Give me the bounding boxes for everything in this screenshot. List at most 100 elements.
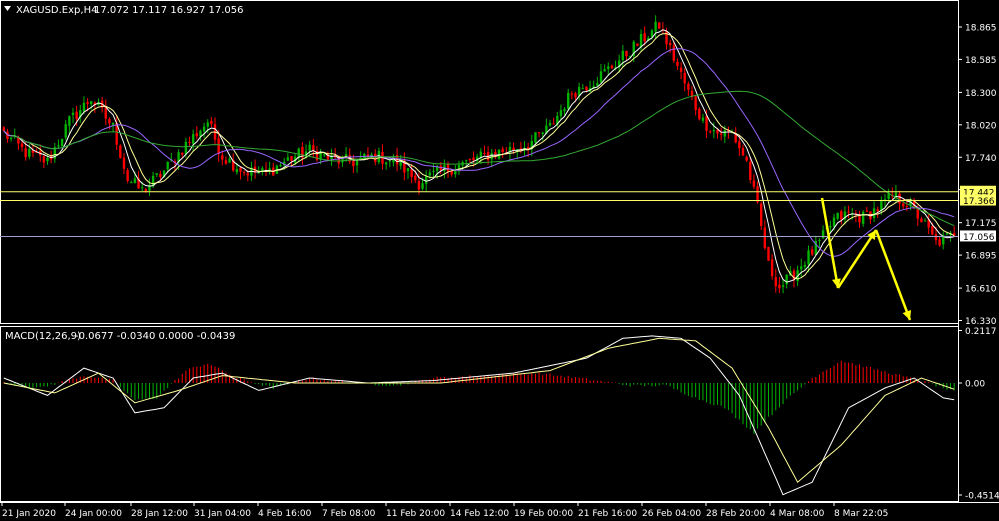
candle-body	[752, 180, 756, 187]
candle-body	[159, 173, 162, 178]
candle-body	[446, 163, 450, 172]
forecast-arrow-line[interactable]	[874, 229, 912, 321]
candle-body	[836, 212, 839, 219]
candle-body	[902, 203, 905, 207]
candle-body	[719, 133, 723, 135]
price-tag-label: 17.366	[963, 197, 995, 207]
candle-body	[803, 264, 807, 267]
candle-body	[140, 187, 144, 189]
candle-body	[242, 172, 246, 174]
forecast-arrow-line[interactable]	[820, 197, 840, 289]
candle-body	[374, 153, 377, 162]
candle-body	[71, 112, 75, 116]
candle-body	[658, 22, 661, 29]
candle-body	[712, 130, 716, 132]
candle-body	[108, 119, 111, 124]
candle-body	[778, 284, 781, 289]
candle-body	[723, 130, 726, 137]
candle-body	[810, 249, 814, 255]
ma-long-line	[11, 90, 955, 227]
candle-body	[155, 173, 158, 175]
candle-body	[122, 157, 126, 169]
candle-body	[636, 43, 639, 46]
candle-body	[865, 210, 868, 212]
time-axis-label: 8 Mar 22:05	[834, 509, 888, 519]
candle-body	[548, 122, 552, 126]
candle-body	[279, 164, 282, 167]
candle-body	[472, 157, 475, 161]
candle-body	[643, 33, 646, 42]
macd-panel-frame	[0, 326, 959, 502]
candle-body	[195, 133, 199, 137]
time-axis-label: 28 Jan 12:00	[131, 509, 188, 519]
candle-body	[781, 285, 785, 287]
candle-body	[559, 110, 563, 116]
candle-body	[428, 172, 432, 176]
candle-body	[414, 175, 417, 181]
main-price-layer	[0, 15, 958, 321]
candle-body	[425, 175, 428, 184]
time-axis-label: 11 Feb 20:00	[386, 509, 445, 519]
candle-body	[384, 162, 388, 165]
price-axis-label: 16.330	[965, 317, 997, 327]
candle-body	[574, 93, 577, 98]
candle-body	[217, 138, 220, 155]
candle-body	[668, 42, 672, 46]
candle-body	[184, 141, 188, 155]
candle-body	[188, 141, 191, 143]
candle-body	[800, 266, 803, 270]
candle-body	[417, 180, 421, 190]
candle-body	[290, 156, 293, 161]
candle-body	[552, 123, 555, 125]
collapse-triangle-icon[interactable]	[4, 6, 11, 11]
price-axis-label: 16.895	[965, 252, 997, 262]
price-axis-label: 18.300	[965, 89, 997, 99]
candle-body	[410, 169, 413, 178]
candle-body	[570, 93, 574, 95]
candle-body	[639, 33, 643, 48]
candle-body	[676, 61, 679, 67]
time-axis-label: 21 Feb 16:00	[578, 509, 637, 519]
candle-body	[534, 132, 537, 143]
candle-body	[111, 122, 115, 125]
ma-mid-line	[3, 33, 955, 280]
candle-body	[934, 234, 938, 241]
candle-body	[20, 143, 24, 147]
candle-body	[228, 158, 231, 163]
time-axis-label: 21 Jan 2020	[2, 509, 56, 519]
price-tag-label: 17.056	[963, 233, 995, 243]
candle-body	[759, 203, 763, 226]
candle-body	[166, 161, 169, 170]
candle-body	[202, 126, 206, 132]
candle-body	[931, 226, 934, 235]
candle-body	[694, 96, 697, 111]
candle-body	[57, 145, 60, 147]
candle-body	[239, 167, 242, 172]
chart-canvas: 18.86518.58518.30018.02017.74017.46017.1…	[0, 0, 999, 519]
candle-body	[741, 147, 745, 156]
candle-body	[355, 159, 359, 166]
candle-body	[541, 132, 544, 134]
candle-body	[206, 122, 209, 127]
candle-body	[406, 168, 410, 172]
candle-body	[807, 250, 810, 265]
candle-body	[621, 51, 625, 61]
price-axis-label: 17.740	[965, 154, 997, 164]
candle-body	[181, 152, 184, 155]
candle-body	[501, 148, 504, 153]
time-axis-label: 31 Jan 04:00	[194, 509, 251, 519]
candle-body	[2, 127, 6, 131]
candle-body	[312, 145, 315, 151]
ma-fast-line	[3, 29, 955, 283]
symbol-label: XAGUSD.Exp,H4	[16, 5, 97, 16]
candle-body	[567, 92, 570, 109]
candle-body	[625, 50, 628, 57]
forecast-arrow-line[interactable]	[836, 229, 878, 289]
candle-body	[745, 156, 748, 161]
candle-body	[432, 170, 435, 172]
candle-body	[847, 211, 850, 213]
candle-body	[785, 274, 788, 285]
candle-body	[537, 132, 541, 134]
candle-body	[24, 148, 27, 158]
time-axis-label: 28 Feb 20:00	[706, 509, 765, 519]
